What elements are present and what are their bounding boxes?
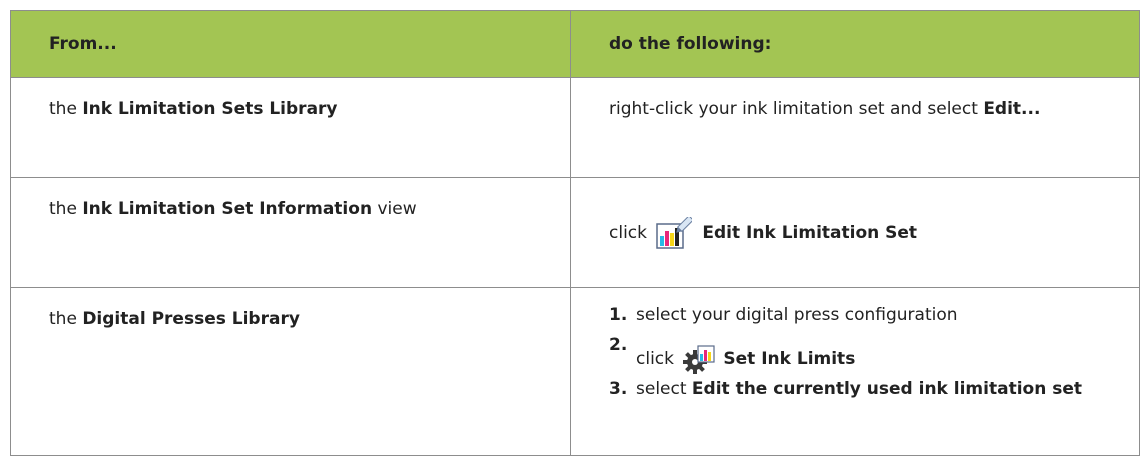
- step-command: Edit the currently used ink limitation s…: [691, 379, 1083, 399]
- from-prefix: the: [49, 309, 83, 329]
- action-cell: right-click your ink limitation set and …: [570, 77, 1140, 178]
- step-text: select: [636, 379, 692, 399]
- list-item: 2. click Set Ink Limits: [609, 331, 1119, 374]
- from-suffix: view: [372, 199, 417, 219]
- table-header-row: From... do the following:: [10, 10, 1140, 78]
- table-row: the Digital Presses Library 1. select yo…: [10, 287, 1140, 456]
- set-ink-limits-icon: [683, 345, 715, 374]
- list-item: 1. select your digital press configurati…: [609, 301, 1119, 329]
- action-cell: click Edit Ink Limitation Set: [570, 177, 1140, 288]
- table-row: the Ink Limitation Set Information view …: [10, 177, 1140, 288]
- step-number: 2.: [609, 335, 628, 355]
- from-location-name: Ink Limitation Set Information: [82, 199, 373, 219]
- step-command: Set Ink Limits: [723, 349, 856, 369]
- action-cell: 1. select your digital press configurati…: [570, 287, 1140, 456]
- step-text: click: [636, 349, 680, 369]
- action-command: Edit Ink Limitation Set: [702, 223, 918, 243]
- action-command: Edit...: [983, 99, 1041, 119]
- step-text: select your digital press configuration: [636, 305, 958, 325]
- step-number: 1.: [609, 305, 628, 325]
- action-text: right-click your ink limitation set and …: [609, 99, 984, 119]
- from-cell: the Ink Limitation Sets Library: [10, 77, 571, 178]
- column-header-action: do the following:: [570, 10, 1140, 78]
- table-row: the Ink Limitation Sets Library right-cl…: [10, 77, 1140, 178]
- from-prefix: the: [49, 199, 83, 219]
- instructions-table: From... do the following: the Ink Limita…: [10, 10, 1140, 456]
- action-text: click: [609, 223, 653, 243]
- from-cell: the Digital Presses Library: [10, 287, 571, 456]
- step-number: 3.: [609, 379, 628, 399]
- column-header-from: From...: [10, 10, 571, 78]
- from-cell: the Ink Limitation Set Information view: [10, 177, 571, 288]
- from-location-name: Ink Limitation Sets Library: [82, 99, 338, 119]
- from-location-name: Digital Presses Library: [82, 309, 300, 329]
- from-prefix: the: [49, 99, 83, 119]
- steps-list: 1. select your digital press configurati…: [609, 301, 1119, 403]
- edit-ink-limitation-set-icon: [656, 217, 693, 249]
- list-item: 3. select Edit the currently used ink li…: [609, 375, 1119, 403]
